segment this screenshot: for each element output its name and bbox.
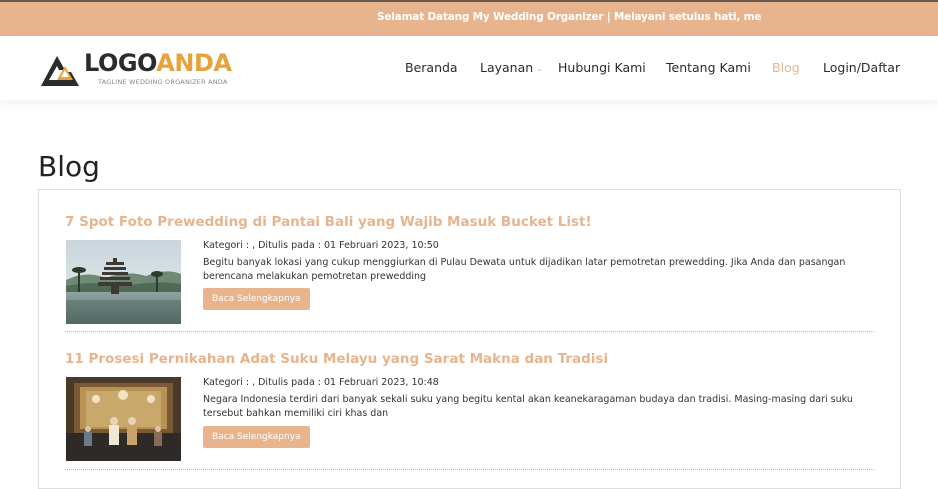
announcement-ticker: Selamat Datang My Wedding Organizer | Me… <box>377 11 762 23</box>
blog-list-card: 7 Spot Foto Prewedding di Pantai Bali ya… <box>38 189 901 489</box>
page-title: Blog <box>38 150 100 183</box>
post-title-link[interactable]: 7 Spot Foto Prewedding di Pantai Bali ya… <box>65 214 592 230</box>
nav-item-hubungi-kami[interactable]: Hubungi Kami <box>558 60 646 76</box>
post-divider <box>65 469 874 470</box>
post-title-link[interactable]: 11 Prosesi Pernikahan Adat Suku Melayu y… <box>65 351 608 367</box>
site-header: LOGOANDA TAGLINE WEDDING ORGANIZER ANDA … <box>0 36 938 100</box>
malay-wedding-image <box>66 377 181 461</box>
read-more-button[interactable]: Baca Selengkapnya <box>203 426 310 448</box>
post-excerpt: Begitu banyak lokasi yang cukup menggiur… <box>203 257 846 282</box>
post-excerpt: Negara Indonesia terdiri dari banyak sek… <box>203 394 853 419</box>
bali-temple-image <box>66 240 181 324</box>
logo-word-part2: ANDA <box>156 49 232 77</box>
logo-word-part1: LOGO <box>84 49 157 77</box>
nav-item-layanan-label: Layanan <box>480 60 534 75</box>
nav-item-beranda[interactable]: Beranda <box>405 60 458 76</box>
logo-tagline: TAGLINE WEDDING ORGANIZER ANDA <box>98 78 228 86</box>
nav-item-blog[interactable]: Blog <box>772 60 800 76</box>
post-meta: Kategori : , Ditulis pada : 01 Februari … <box>203 377 439 388</box>
post-meta: Kategori : , Ditulis pada : 01 Februari … <box>203 240 439 251</box>
post-thumbnail[interactable] <box>66 240 181 324</box>
post-divider <box>65 331 874 332</box>
nav-item-tentang-kami[interactable]: Tentang Kami <box>666 60 751 76</box>
triangle-logo-icon <box>41 56 79 86</box>
read-more-button[interactable]: Baca Selengkapnya <box>203 288 310 310</box>
site-logo[interactable]: LOGOANDA TAGLINE WEDDING ORGANIZER ANDA <box>39 48 239 90</box>
announcement-bar: Selamat Datang My Wedding Organizer | Me… <box>0 0 938 36</box>
nav-item-layanan[interactable]: Layanan ⌄ <box>480 60 543 76</box>
chevron-down-icon: ⌄ <box>536 64 543 73</box>
logo-wordmark: LOGOANDA <box>84 49 232 77</box>
nav-item-login-daftar[interactable]: Login/Daftar <box>823 60 900 76</box>
post-thumbnail[interactable] <box>66 377 181 461</box>
